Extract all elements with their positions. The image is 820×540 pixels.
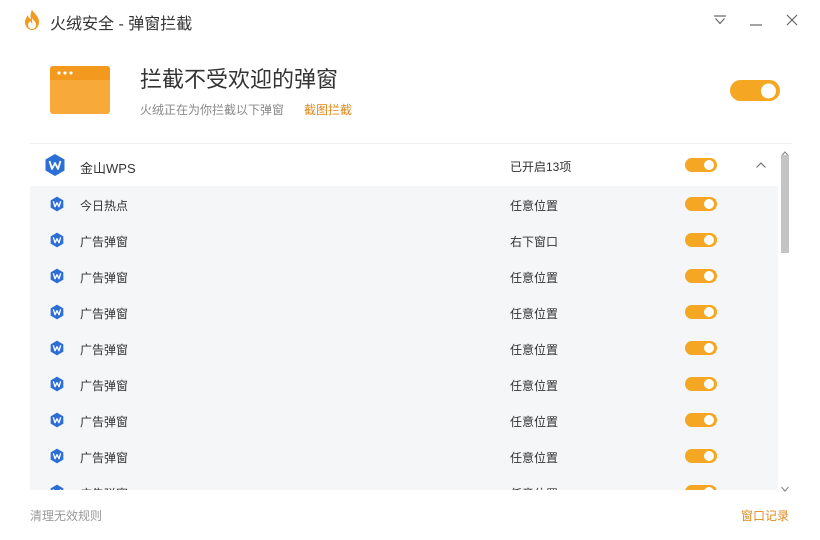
page-title: 拦截不受欢迎的弹窗 [140,67,339,92]
item-position: 任意位置 [510,485,558,490]
item-name: 广告弹窗 [80,451,129,465]
window-title: 火绒安全 - 弹窗拦截 [50,16,193,33]
group-name: 金山WPS [80,161,136,176]
toggle-knob [761,83,776,98]
wps-icon [49,304,65,320]
wps-icon [49,484,65,490]
item-toggle[interactable] [685,449,717,463]
minimize-icon[interactable] [744,8,768,32]
clean-invalid-rules-link[interactable]: 清理无效规则 [30,507,102,524]
group-toggle[interactable] [685,158,717,172]
popup-rule-list: 金山WPS 已开启13项 今日热点 任意位置 广告弹窗 右下窗口 广告弹窗 任意位置 广告弹… [30,143,792,490]
item-name: 广告弹窗 [80,485,128,490]
group-status: 已开启13项 [510,160,572,174]
close-icon[interactable] [780,8,804,32]
wps-icon [49,340,65,356]
screenshot-block-link[interactable]: 截图拦截 [304,101,352,118]
popup-window-icon [50,66,110,114]
item-name: 今日热点 [80,199,129,213]
item-toggle[interactable] [685,485,717,490]
page-subtitle: 火绒正在为你拦截以下弹窗 [140,103,285,117]
list-item[interactable]: 广告弹窗 任意位置 [30,294,778,330]
window-log-link[interactable]: 窗口记录 [741,507,789,524]
list-item[interactable]: 今日热点 任意位置 [30,186,778,222]
item-name: 广告弹窗 [80,343,129,357]
list-content: 金山WPS 已开启13项 今日热点 任意位置 广告弹窗 右下窗口 广告弹窗 任意位置 广告弹… [30,144,778,490]
item-position: 任意位置 [510,307,559,321]
item-name: 广告弹窗 [80,415,129,429]
wps-icon [49,448,65,464]
list-item[interactable]: 广告弹窗 任意位置 [30,366,778,402]
toggle-knob [704,235,714,245]
item-toggle[interactable] [685,341,717,355]
item-position: 任意位置 [510,415,559,429]
item-toggle[interactable] [685,269,717,283]
scroll-down-arrow-icon[interactable] [780,480,790,492]
scroll-up-arrow-icon[interactable] [780,145,790,157]
item-name: 广告弹窗 [80,307,129,321]
toggle-knob [704,307,714,317]
item-toggle[interactable] [685,413,717,427]
toggle-knob [704,451,714,461]
list-item[interactable]: 广告弹窗 任意位置 [30,438,778,474]
toggle-knob [704,415,714,425]
item-position: 右下窗口 [510,235,559,249]
huorong-logo-icon [22,9,42,31]
wps-icon [49,196,65,212]
group-row-wps[interactable]: 金山WPS 已开启13项 [30,144,778,186]
item-position: 任意位置 [510,199,559,213]
item-name: 广告弹窗 [80,271,129,285]
item-position: 任意位置 [510,451,559,465]
list-item[interactable]: 广告弹窗 任意位置 [30,402,778,438]
wps-icon [49,268,65,284]
toggle-knob [704,487,714,490]
list-item[interactable]: 广告弹窗 右下窗口 [30,222,778,258]
item-toggle[interactable] [685,305,717,319]
item-position: 任意位置 [510,271,559,285]
item-name: 广告弹窗 [80,235,129,249]
item-position: 任意位置 [510,379,559,393]
item-toggle[interactable] [685,377,717,391]
list-scrollbar[interactable] [778,143,792,492]
wps-icon [49,232,65,248]
list-item[interactable]: 广告弹窗 任意位置 [30,330,778,366]
wps-icon [49,412,65,428]
toggle-knob [704,160,714,170]
collapse-chevron-up-icon[interactable] [754,158,768,172]
item-name: 广告弹窗 [80,379,129,393]
item-toggle[interactable] [685,233,717,247]
master-toggle[interactable] [730,80,780,101]
wps-icon [49,376,65,392]
toggle-knob [704,343,714,353]
item-toggle[interactable] [685,197,717,211]
item-position: 任意位置 [510,343,559,357]
wps-icon [43,153,67,177]
toggle-knob [704,379,714,389]
title-bar: 火绒安全 - 弹窗拦截 [0,0,820,40]
toggle-knob [704,199,714,209]
dropdown-menu-icon[interactable] [708,8,732,32]
list-item[interactable]: 广告弹窗 任意位置 [30,474,778,490]
list-item[interactable]: 广告弹窗 任意位置 [30,258,778,294]
scroll-thumb[interactable] [781,155,789,253]
toggle-knob [704,271,714,281]
